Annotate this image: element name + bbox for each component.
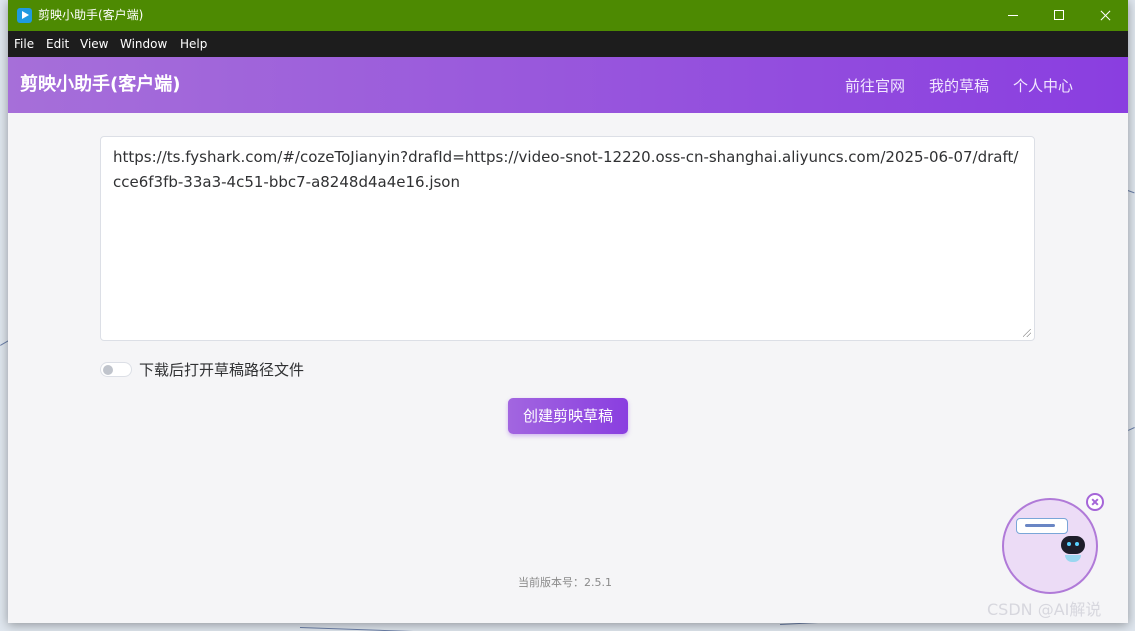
close-icon[interactable] bbox=[1082, 0, 1128, 31]
menu-edit[interactable]: Edit bbox=[46, 37, 69, 52]
menu-file[interactable]: File bbox=[14, 37, 34, 52]
open-after-download-toggle[interactable] bbox=[100, 362, 132, 377]
create-draft-button[interactable]: 创建剪映草稿 bbox=[508, 398, 628, 434]
desktop-background-line bbox=[299, 627, 460, 631]
minimize-icon[interactable] bbox=[990, 0, 1036, 31]
app-header: 剪映小助手(客户端) 前往官网 我的草稿 个人中心 bbox=[8, 57, 1128, 113]
close-circle-icon[interactable] bbox=[1086, 493, 1104, 511]
app-window: 剪映小助手(客户端) File Edit View Window Help 剪映… bbox=[8, 0, 1128, 623]
robot-body-icon bbox=[1065, 555, 1081, 562]
open-after-download-label: 下载后打开草稿路径文件 bbox=[139, 361, 305, 379]
menu-help[interactable]: Help bbox=[180, 37, 207, 52]
nav-my-drafts[interactable]: 我的草稿 bbox=[929, 76, 989, 96]
robot-assistant-icon[interactable] bbox=[1002, 498, 1098, 594]
menu-view[interactable]: View bbox=[80, 37, 108, 52]
chat-bubble-icon bbox=[1016, 518, 1068, 534]
menu-window[interactable]: Window bbox=[120, 37, 167, 52]
window-title: 剪映小助手(客户端) bbox=[38, 8, 144, 22]
app-logo-icon bbox=[17, 8, 32, 23]
nav-official-site[interactable]: 前往官网 bbox=[845, 76, 905, 96]
version-text: 当前版本号：2.5.1 bbox=[518, 576, 612, 589]
toggle-knob bbox=[103, 365, 113, 375]
watermark: CSDN @AI解说 bbox=[987, 600, 1102, 619]
desktop-background-line bbox=[1128, 427, 1135, 431]
draft-url-value: https://ts.fyshark.com/#/cozeToJianyin?d… bbox=[113, 148, 1019, 191]
maximize-icon[interactable] bbox=[1036, 0, 1082, 31]
draft-url-input[interactable]: https://ts.fyshark.com/#/cozeToJianyin?d… bbox=[100, 136, 1035, 341]
robot-head-icon bbox=[1061, 536, 1085, 554]
menu-bar: File Edit View Window Help bbox=[8, 31, 1128, 57]
resize-handle-icon[interactable] bbox=[1023, 329, 1031, 337]
desktop-background-line bbox=[1127, 190, 1135, 194]
nav-personal-center[interactable]: 个人中心 bbox=[1013, 76, 1073, 96]
brand-title: 剪映小助手(客户端) bbox=[20, 74, 181, 95]
title-bar: 剪映小助手(客户端) bbox=[8, 0, 1128, 31]
